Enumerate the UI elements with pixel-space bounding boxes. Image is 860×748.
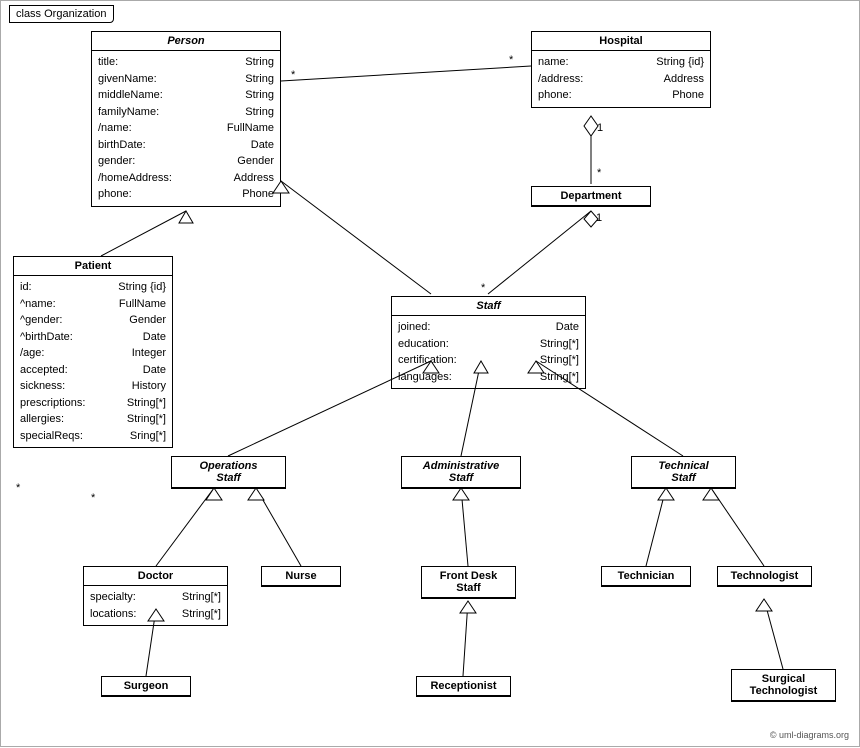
class-technologist-name: Technologist: [718, 567, 811, 586]
class-hospital-attrs: name:String {id} /address:Address phone:…: [532, 51, 710, 107]
class-technologist: Technologist: [717, 566, 812, 587]
class-patient: Patient id:String {id} ^name:FullName ^g…: [13, 256, 173, 448]
class-doctor-name: Doctor: [84, 567, 227, 586]
diagram-container: class Organization Person title:String g…: [0, 0, 860, 747]
class-technical-staff: TechnicalStaff: [631, 456, 736, 489]
svg-text:*: *: [597, 167, 602, 179]
class-technician: Technician: [601, 566, 691, 587]
svg-text:*: *: [481, 282, 486, 294]
class-front-desk-staff: Front DeskStaff: [421, 566, 516, 599]
class-receptionist: Receptionist: [416, 676, 511, 697]
class-administrative-staff: AdministrativeStaff: [401, 456, 521, 489]
class-administrative-staff-name: AdministrativeStaff: [402, 457, 520, 488]
svg-text:1: 1: [597, 122, 603, 134]
class-person: Person title:String givenName:String mid…: [91, 31, 281, 207]
class-staff: Staff joined:Date education:String[*] ce…: [391, 296, 586, 389]
class-technical-staff-name: TechnicalStaff: [632, 457, 735, 488]
class-surgeon-name: Surgeon: [102, 677, 190, 696]
diagram-title: class Organization: [9, 5, 114, 23]
class-person-name: Person: [92, 32, 280, 51]
class-department: Department: [531, 186, 651, 207]
class-nurse: Nurse: [261, 566, 341, 587]
class-surgeon: Surgeon: [101, 676, 191, 697]
class-surgical-technologist: SurgicalTechnologist: [731, 669, 836, 702]
class-operations-staff: OperationsStaff: [171, 456, 286, 489]
class-patient-name: Patient: [14, 257, 172, 276]
class-hospital-name: Hospital: [532, 32, 710, 51]
class-hospital: Hospital name:String {id} /address:Addre…: [531, 31, 711, 108]
svg-text:*: *: [16, 482, 21, 494]
class-department-name: Department: [532, 187, 650, 206]
svg-text:*: *: [509, 54, 514, 66]
svg-text:*: *: [291, 69, 296, 81]
svg-text:1: 1: [596, 212, 602, 224]
class-technician-name: Technician: [602, 567, 690, 586]
class-surgical-technologist-name: SurgicalTechnologist: [732, 670, 835, 701]
class-person-attrs: title:String givenName:String middleName…: [92, 51, 280, 206]
class-doctor-attrs: specialty:String[*] locations:String[*]: [84, 586, 227, 625]
class-patient-attrs: id:String {id} ^name:FullName ^gender:Ge…: [14, 276, 172, 447]
class-receptionist-name: Receptionist: [417, 677, 510, 696]
class-nurse-name: Nurse: [262, 567, 340, 586]
class-front-desk-staff-name: Front DeskStaff: [422, 567, 515, 598]
class-doctor: Doctor specialty:String[*] locations:Str…: [83, 566, 228, 626]
class-staff-attrs: joined:Date education:String[*] certific…: [392, 316, 585, 388]
svg-text:*: *: [91, 492, 96, 504]
copyright: © uml-diagrams.org: [770, 730, 849, 740]
class-operations-staff-name: OperationsStaff: [172, 457, 285, 488]
class-staff-name: Staff: [392, 297, 585, 316]
